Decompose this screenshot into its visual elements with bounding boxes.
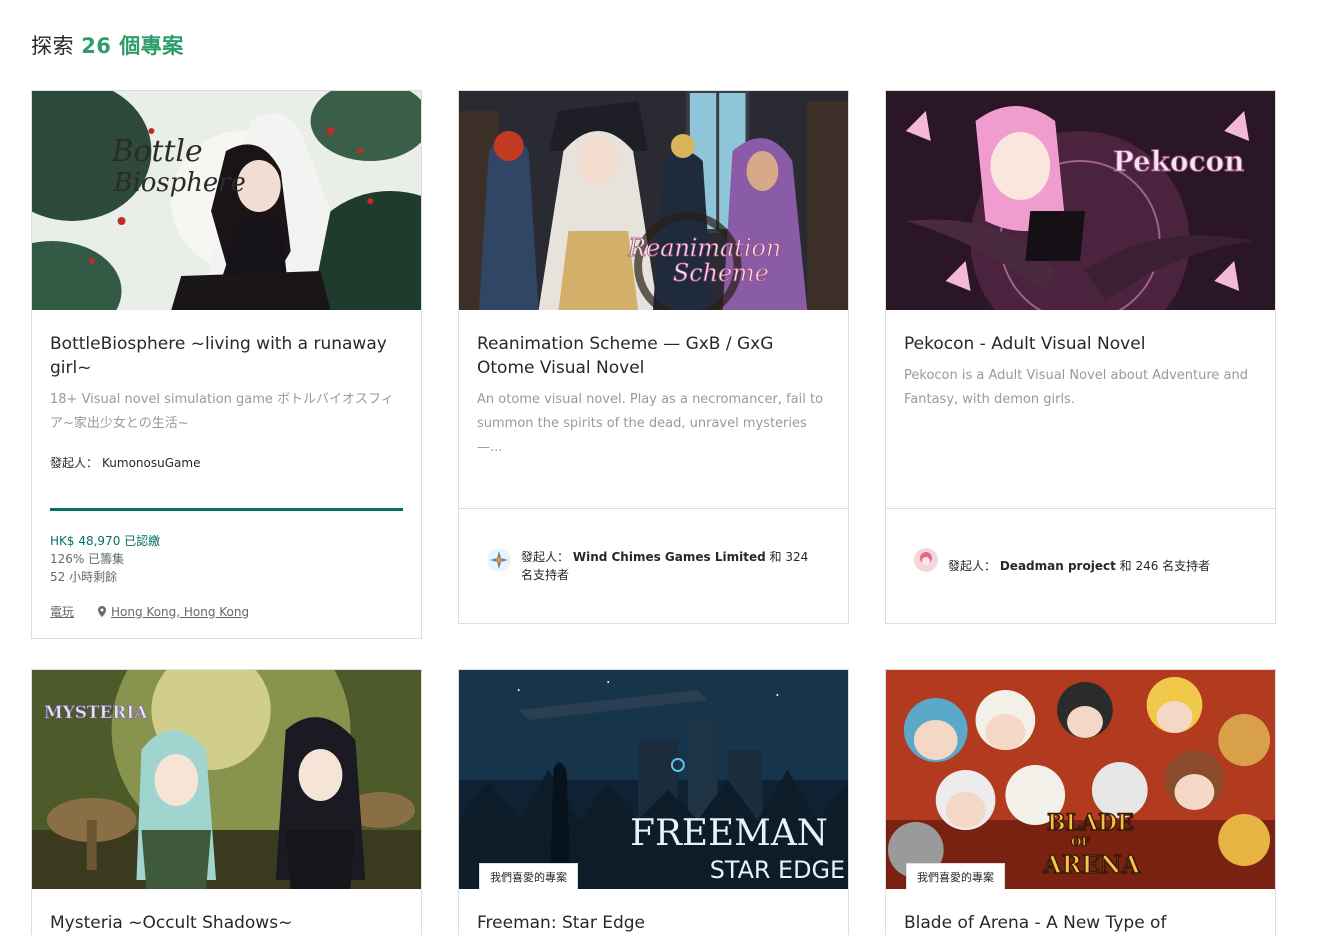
- project-blurb: 18+ Visual novel simulation game ボトルバイオス…: [50, 392, 394, 431]
- creator-name[interactable]: KumonosuGame: [102, 456, 200, 470]
- location-link[interactable]: Hong Kong, Hong Kong: [111, 605, 249, 619]
- project-image[interactable]: BLADE OF ARENA 我們喜愛的專案: [886, 670, 1275, 889]
- pledged-amount: HK$ 48,970 已認繳: [50, 534, 161, 548]
- logo-line-3: ARENA: [1042, 851, 1140, 879]
- project-image[interactable]: Reanimation Scheme: [459, 91, 848, 310]
- project-meta: 電玩 Hong Kong, Hong Kong: [50, 603, 403, 620]
- project-image[interactable]: Pekocon: [886, 91, 1275, 310]
- project-image[interactable]: Bottle Biosphere: [32, 91, 421, 310]
- creator-name[interactable]: Wind Chimes Games Limited: [573, 550, 766, 564]
- project-card: Pekocon Pekocon - Adult Visual Novel Pek…: [885, 90, 1276, 624]
- creator-footer: 發起人： Deadman project 和 246 名支持者: [886, 508, 1275, 623]
- project-image[interactable]: FREEMAN STAR EDGE 我們喜愛的專案: [459, 670, 848, 889]
- logo-line-2: Scheme: [673, 259, 769, 287]
- creator-avatar[interactable]: [914, 548, 938, 572]
- creator-line: 發起人： KumonosuGame: [50, 454, 403, 471]
- project-card: Reanimation Scheme Reanimation Scheme — …: [458, 90, 849, 624]
- creator-name[interactable]: Deadman project: [1000, 559, 1116, 573]
- logo-text: MYSTERIA: [44, 702, 148, 722]
- project-image[interactable]: MYSTERIA: [32, 670, 421, 889]
- location-pin-icon: [98, 605, 107, 617]
- logo-line-1: Bottle: [111, 134, 203, 169]
- location: Hong Kong, Hong Kong: [98, 605, 249, 619]
- category-link[interactable]: 電玩: [50, 603, 74, 620]
- project-title[interactable]: Pekocon - Adult Visual Novel: [904, 332, 1257, 356]
- creator-line: 發起人： Deadman project 和 246 名支持者: [948, 557, 1210, 575]
- time-remaining: 52 小時剩餘: [50, 570, 118, 584]
- results-prefix: 探索: [31, 34, 74, 58]
- funding-progress-bar: [50, 508, 403, 511]
- project-title[interactable]: Blade of Arena - A New Type of: [904, 911, 1257, 935]
- logo-line-2: OF: [1071, 835, 1090, 849]
- funding-progress-fill: [50, 508, 403, 511]
- project-title[interactable]: Reanimation Scheme — GxB / GxG Otome Vis…: [477, 332, 830, 380]
- percent-funded: 126% 已籌集: [50, 552, 125, 566]
- creator-line: 發起人： Wind Chimes Games Limited 和 324 名支持…: [521, 548, 820, 584]
- creator-label: 發起人：: [50, 456, 99, 470]
- project-title[interactable]: Freeman: Star Edge: [477, 911, 830, 935]
- results-count: 26 個專案: [81, 34, 184, 58]
- project-card: FREEMAN STAR EDGE 我們喜愛的專案 Freeman: Star …: [458, 669, 849, 935]
- logo-line-1: Reanimation: [627, 234, 781, 262]
- project-blurb: Pekocon is a Adult Visual Novel about Ad…: [904, 368, 1249, 407]
- results-heading: 探索 26 個專案: [31, 30, 184, 60]
- creator-footer: 發起人： Wind Chimes Games Limited 和 324 名支持…: [459, 508, 848, 623]
- project-card: Bottle Biosphere BottleBiosphere ~living…: [31, 90, 422, 639]
- creator-label: 發起人：: [948, 559, 997, 573]
- logo-line-1: FREEMAN: [630, 813, 828, 854]
- logo-line-2: STAR EDGE: [710, 856, 845, 884]
- projects-we-love-badge: 我們喜愛的專案: [479, 863, 578, 889]
- project-title[interactable]: BottleBiosphere ~living with a runaway g…: [50, 332, 403, 380]
- project-title[interactable]: Mysteria ~Occult Shadows~: [50, 911, 403, 935]
- backer-count: 和 246 名支持者: [1119, 559, 1211, 573]
- creator-label: 發起人：: [521, 550, 570, 564]
- project-card: BLADE OF ARENA 我們喜愛的專案 Blade of Arena - …: [885, 669, 1276, 935]
- logo-text: Pekocon: [1113, 145, 1245, 178]
- project-card: MYSTERIA Mysteria ~Occult Shadows~: [31, 669, 422, 935]
- logo-line-2: Biosphere: [113, 168, 246, 198]
- logo-line-1: BLADE: [1047, 810, 1134, 836]
- projects-we-love-badge: 我們喜愛的專案: [906, 863, 1005, 889]
- creator-avatar[interactable]: [487, 548, 511, 572]
- project-blurb: An otome visual novel. Play as a necroma…: [477, 392, 824, 455]
- funding-stats: HK$ 48,970 已認繳 126% 已籌集 52 小時剩餘: [50, 532, 403, 586]
